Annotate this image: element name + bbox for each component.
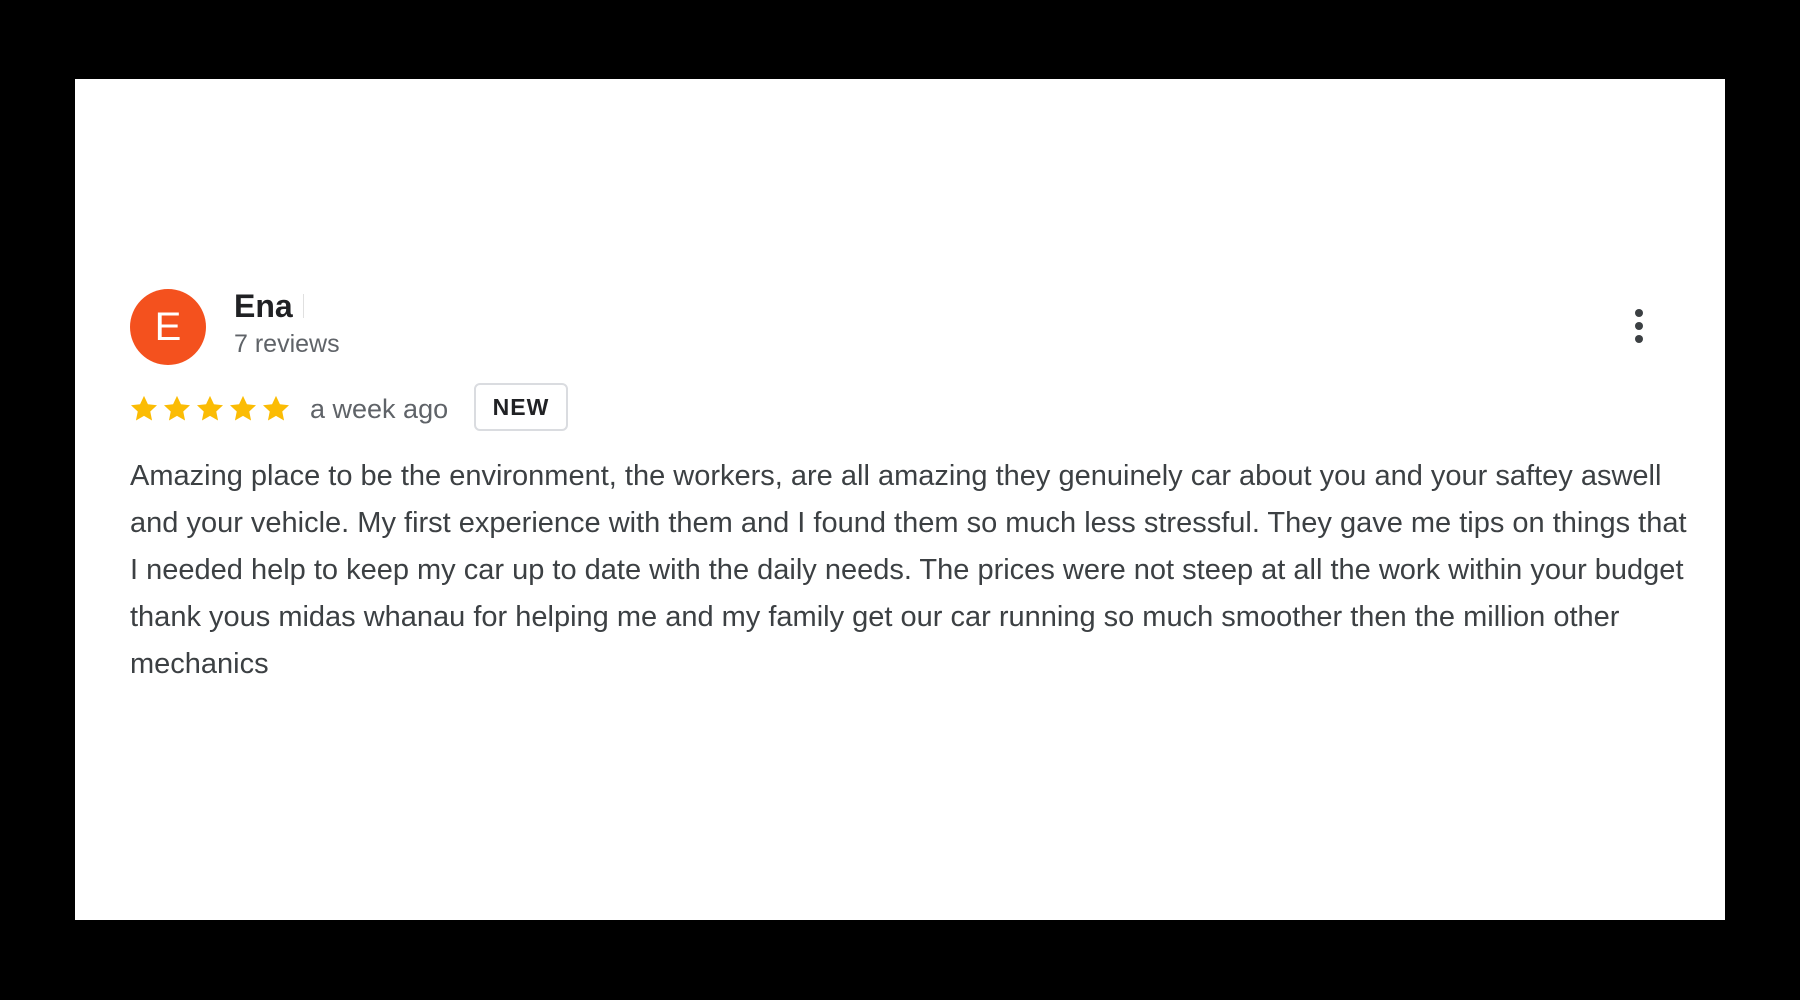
- review-card: E Ena 7 reviews a week ago NEW Amazing p…: [75, 79, 1725, 920]
- divider: [303, 294, 304, 318]
- more-vert-icon: [1635, 335, 1643, 343]
- avatar-initial: E: [154, 305, 182, 349]
- review-time: a week ago: [310, 394, 449, 424]
- star-rating: [128, 389, 292, 429]
- review-text: Amazing place to be the environment, the…: [130, 460, 1687, 680]
- avatar[interactable]: E: [130, 289, 206, 365]
- more-vert-icon: [1635, 322, 1643, 330]
- star-icon: [230, 395, 256, 421]
- new-badge: NEW: [474, 383, 568, 431]
- more-vert-icon: [1635, 309, 1643, 317]
- star-icon: [164, 395, 190, 421]
- reviewer-name[interactable]: Ena: [234, 288, 293, 324]
- review-count[interactable]: 7 reviews: [234, 329, 340, 359]
- star-icon: [197, 395, 223, 421]
- star-icon: [131, 395, 157, 421]
- star-icon: [263, 395, 289, 421]
- more-options-button[interactable]: [1627, 301, 1651, 351]
